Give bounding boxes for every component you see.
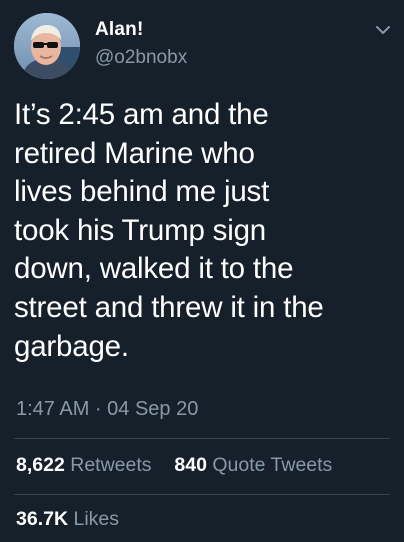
retweets-label: Retweets [70,454,152,476]
quote-tweets-label: Quote Tweets [212,454,333,476]
quote-tweets-stat[interactable]: 840 Quote Tweets [174,454,332,476]
tweet-card: Alan! @o2bnobx It’s 2:45 am and the reti… [0,0,404,542]
profile-photo-icon [14,13,80,79]
avatar[interactable] [14,13,80,79]
likes-count: 36.7K [16,508,69,530]
author-display-name[interactable]: Alan! [95,19,144,41]
author-handle[interactable]: @o2bnobx [95,47,187,69]
quote-tweets-count: 840 [174,454,207,476]
chevron-down-icon[interactable] [374,23,392,37]
retweets-stat[interactable]: 8,622 Retweets [16,454,157,476]
engagement-stats: 8,622 Retweets 840 Quote Tweets [16,454,332,477]
likes-label: Likes [73,508,119,530]
retweets-count: 8,622 [16,454,65,476]
tweet-text: It’s 2:45 am and the retired Marine who … [14,98,324,363]
likes-stat[interactable]: 36.7K Likes [16,508,119,531]
tweet-timestamp[interactable]: 1:47 AM · 04 Sep 20 [16,398,198,421]
divider [14,438,390,439]
divider [14,494,390,495]
